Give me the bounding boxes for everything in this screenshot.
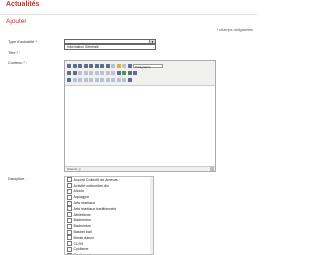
discipline-list: Accord Collectif de Ameurs Activité cultu…: [64, 176, 154, 255]
list-bullet-icon[interactable]: [67, 70, 71, 75]
type-dropdown[interactable]: Information Générale: [64, 44, 156, 50]
row-props-icon[interactable]: [72, 77, 77, 82]
list-number-icon[interactable]: [72, 70, 77, 75]
discipline-label-text: Break dance: [73, 235, 95, 240]
unlink-icon[interactable]: [111, 70, 115, 75]
remove-format-icon[interactable]: [122, 77, 126, 82]
indent-icon[interactable]: [83, 70, 88, 75]
underline-icon[interactable]: [78, 63, 82, 68]
anchor-icon[interactable]: [116, 70, 121, 75]
discipline-label-text: Accord Collectif de Ameurs: [73, 177, 118, 182]
discipline-checkbox[interactable]: [67, 200, 72, 206]
discipline-checkbox[interactable]: [67, 206, 72, 212]
table-icon[interactable]: [67, 77, 71, 82]
top-bar: Actualités: [0, 0, 257, 15]
content-label: Contenu * :: [8, 61, 27, 65]
title-label: Titre * :: [8, 51, 21, 55]
link-icon[interactable]: [105, 70, 110, 75]
discipline-checkbox[interactable]: [67, 194, 72, 200]
outdent-icon[interactable]: [78, 70, 82, 75]
italic-icon[interactable]: [72, 63, 77, 68]
discipline-label-text: Arts martiaux traditionnels: [73, 206, 117, 211]
editor-status-path: Chemin: p: [65, 166, 215, 171]
scrollbar[interactable]: [150, 177, 153, 254]
discipline-label-text: Aquagym: [73, 195, 90, 200]
paste-icon[interactable]: [122, 63, 126, 68]
insert-col-icon[interactable]: [94, 77, 99, 82]
undo-icon[interactable]: [94, 70, 99, 75]
discipline-checkbox[interactable]: [67, 246, 72, 252]
strikethrough-icon[interactable]: [83, 63, 88, 68]
align-right-icon[interactable]: [100, 63, 104, 68]
paste-word-icon[interactable]: [127, 63, 132, 68]
discipline-label-text: Badminton: [73, 224, 92, 229]
blockquote-icon[interactable]: [89, 70, 93, 75]
insert-row-icon[interactable]: [83, 77, 88, 82]
discipline-label-text: Arts martiaux: [73, 201, 96, 206]
discipline-checkbox[interactable]: [67, 229, 72, 235]
discipline-checkbox[interactable]: [67, 241, 72, 247]
align-left-icon[interactable]: [89, 63, 93, 68]
delete-row-icon[interactable]: [89, 77, 93, 82]
image-icon[interactable]: [122, 70, 126, 75]
discipline-label-text: Basket ball: [73, 230, 92, 235]
required-note: * champs obligatoires: [216, 28, 253, 32]
discipline-checkbox[interactable]: [67, 188, 72, 194]
html-icon[interactable]: [133, 70, 137, 75]
merge-cells-icon[interactable]: [111, 77, 115, 82]
discipline-label: Discipline :: [8, 177, 27, 181]
cut-icon[interactable]: [111, 63, 115, 68]
justify-icon[interactable]: [105, 63, 110, 68]
discipline-checkbox[interactable]: [67, 235, 72, 241]
delete-col-icon[interactable]: [100, 77, 104, 82]
paragraph-select[interactable]: Paragraphe: [133, 63, 163, 69]
cell-props-icon[interactable]: [78, 77, 82, 82]
media-icon[interactable]: [127, 77, 132, 82]
editor-toolbar: Paragraphe: [65, 61, 215, 86]
discipline-label-text: Badminton: [73, 218, 92, 223]
split-cells-icon[interactable]: [105, 77, 110, 82]
discipline-label-text: CLSH: [73, 241, 84, 246]
discipline-label-text: Aïkido: [73, 189, 84, 194]
discipline-checkbox[interactable]: [67, 212, 72, 218]
redo-icon[interactable]: [100, 70, 104, 75]
discipline-checkbox[interactable]: [67, 183, 72, 189]
discipline-checkbox[interactable]: [67, 177, 72, 183]
copy-icon[interactable]: [116, 63, 121, 68]
chevron-down-icon[interactable]: ▼: [149, 40, 155, 44]
dropdown-option[interactable]: Information Générale: [66, 45, 155, 49]
type-label: Type d'actualité * :: [8, 40, 39, 44]
discipline-checkbox[interactable]: [67, 217, 72, 223]
section-title: Ajouter: [6, 18, 27, 25]
discipline-label-text: Activité culturelles div.: [73, 183, 110, 188]
discipline-label-text: Cyclisme: [73, 247, 89, 252]
align-center-icon[interactable]: [94, 63, 99, 68]
resize-grip-icon[interactable]: [210, 167, 214, 171]
discipline-label-text: Athlétisme: [73, 212, 91, 217]
rich-text-editor[interactable]: Paragraphe Chemin: p: [64, 60, 216, 172]
discipline-checkbox[interactable]: [67, 223, 72, 229]
page-title: Actualités: [6, 1, 40, 8]
bold-icon[interactable]: [67, 63, 71, 68]
hr-icon[interactable]: [116, 77, 121, 82]
cleanup-icon[interactable]: [127, 70, 132, 75]
